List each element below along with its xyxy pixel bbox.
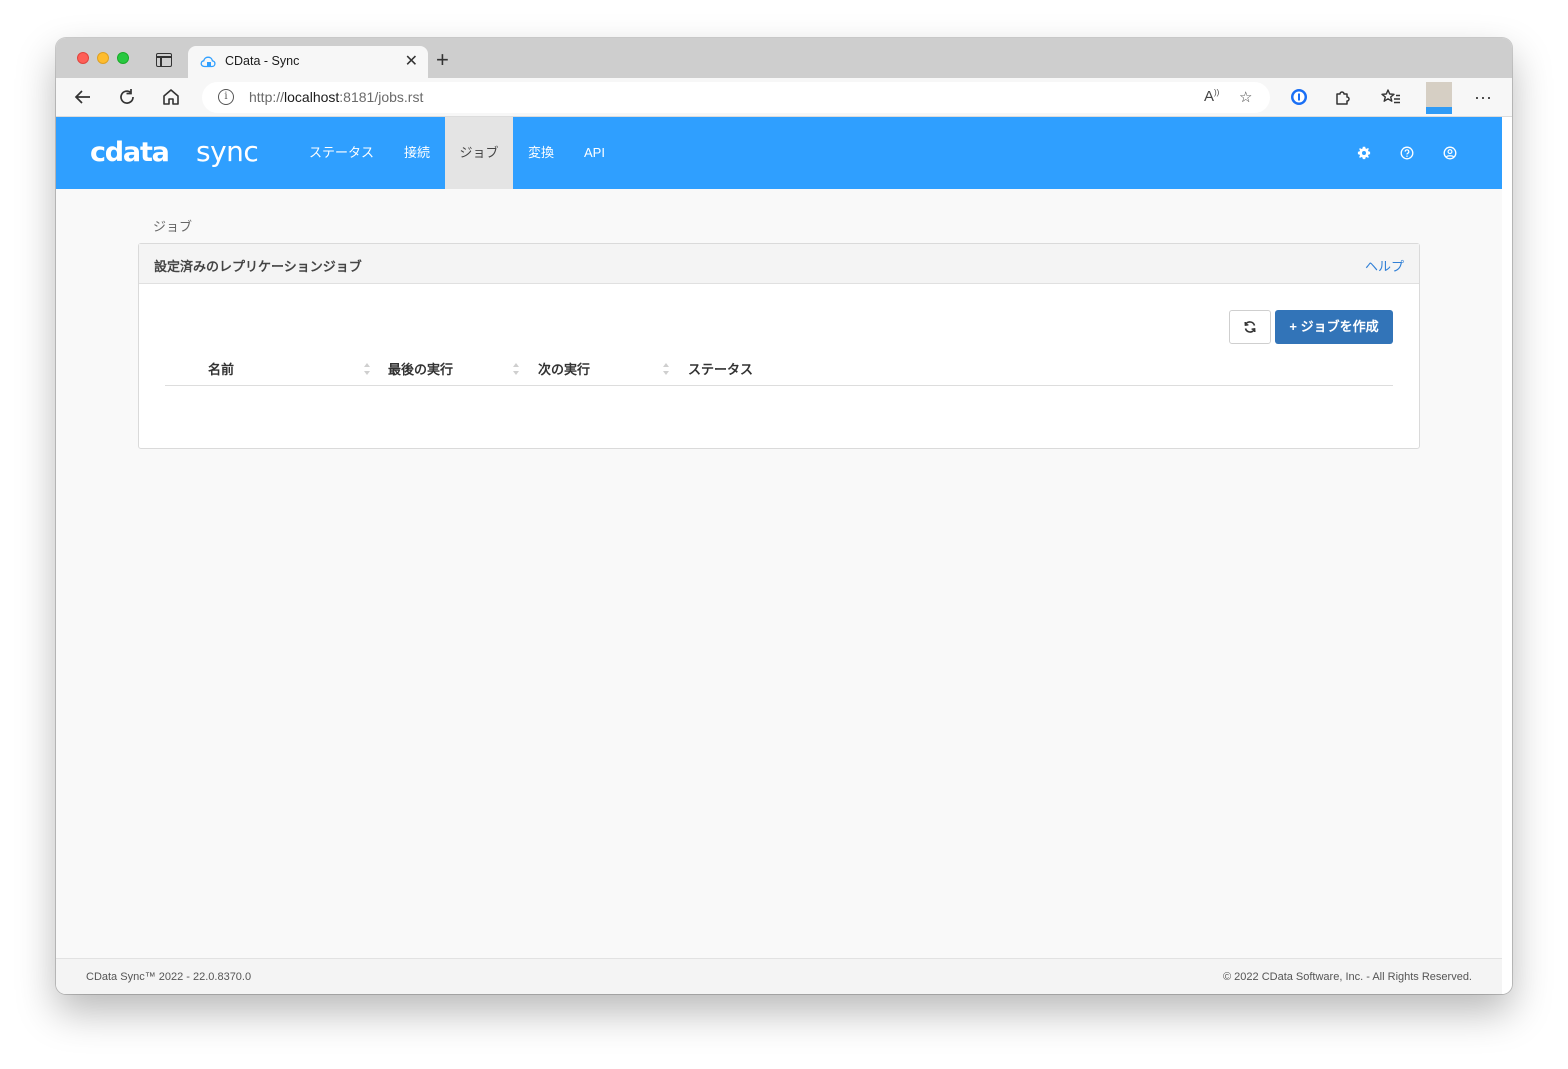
zoom-window-button[interactable] xyxy=(117,52,129,64)
help-link[interactable]: ヘルプ xyxy=(1365,256,1404,275)
sort-icon[interactable] xyxy=(512,361,520,377)
browser-tab[interactable]: CData - Sync ✕ xyxy=(188,46,428,78)
browser-toolbar: i http://localhost:8181/jobs.rst A)) ☆ ·… xyxy=(56,78,1512,117)
refresh-icon xyxy=(1244,321,1256,333)
nav-api[interactable]: API xyxy=(570,117,619,189)
sort-icon[interactable] xyxy=(363,361,371,377)
user-account-icon[interactable] xyxy=(1443,146,1457,160)
tab-close-icon[interactable]: ✕ xyxy=(405,51,418,71)
add-favorite-icon[interactable]: ☆ xyxy=(1239,88,1252,106)
nav-transformations[interactable]: 変換 xyxy=(514,117,568,189)
panel-header: 設定済みのレプリケーションジョブ ヘルプ xyxy=(139,244,1419,284)
column-header-status[interactable]: ステータス xyxy=(688,359,753,378)
home-icon[interactable] xyxy=(160,86,182,108)
column-header-next-run[interactable]: 次の実行 xyxy=(538,359,590,378)
minimize-window-button[interactable] xyxy=(97,52,109,64)
panel-title: 設定済みのレプリケーションジョブ xyxy=(154,259,362,274)
nav-jobs[interactable]: ジョブ xyxy=(445,117,513,189)
nav-connections[interactable]: 接続 xyxy=(390,117,444,189)
read-aloud-icon[interactable]: A)) xyxy=(1204,88,1219,105)
nav-status[interactable]: ステータス xyxy=(295,117,388,189)
tab-actions-icon[interactable] xyxy=(156,53,172,67)
favorites-icon[interactable] xyxy=(1380,86,1402,108)
new-tab-button[interactable]: + xyxy=(436,47,449,73)
extensions-icon[interactable] xyxy=(1332,86,1354,108)
breadcrumb: ジョブ xyxy=(153,219,193,234)
info-icon[interactable]: i xyxy=(218,89,234,105)
table-divider xyxy=(165,385,1393,386)
copyright-text: © 2022 CData Software, Inc. - All Rights… xyxy=(1223,971,1472,983)
address-bar[interactable]: i http://localhost:8181/jobs.rst A)) ☆ xyxy=(202,82,1270,113)
app-viewport: cdata sync ステータス 接続 ジョブ 変換 API ジョブ 設定済みの… xyxy=(56,117,1502,994)
sort-icon[interactable] xyxy=(662,361,670,377)
version-text: CData Sync™ 2022 - 22.0.8370.0 xyxy=(86,971,252,983)
browser-window: CData - Sync ✕ + i http://localhost:8181… xyxy=(56,38,1512,994)
column-header-name[interactable]: 名前 xyxy=(208,359,234,378)
tab-strip: CData - Sync ✕ + xyxy=(56,38,1512,78)
gear-icon[interactable] xyxy=(1357,146,1371,160)
reload-icon[interactable] xyxy=(116,86,138,108)
scrollbar-track[interactable] xyxy=(1502,117,1512,994)
more-options-icon[interactable]: ··· xyxy=(1472,86,1494,108)
tab-title: CData - Sync xyxy=(225,54,300,68)
top-navbar: cdata sync ステータス 接続 ジョブ 変換 API xyxy=(56,117,1502,189)
password-manager-icon[interactable] xyxy=(1288,86,1310,108)
refresh-button[interactable] xyxy=(1229,310,1271,344)
back-icon[interactable] xyxy=(72,86,94,108)
footer: CData Sync™ 2022 - 22.0.8370.0 © 2022 CD… xyxy=(56,958,1502,994)
url-text: http://localhost:8181/jobs.rst xyxy=(249,89,424,105)
profile-avatar[interactable] xyxy=(1426,82,1452,114)
cloud-sync-icon xyxy=(200,56,216,68)
close-window-button[interactable] xyxy=(77,52,89,64)
column-header-last-run[interactable]: 最後の実行 xyxy=(388,359,453,378)
create-job-button[interactable]: + ジョブを作成 xyxy=(1275,310,1393,344)
help-icon[interactable] xyxy=(1400,146,1414,160)
jobs-panel: 設定済みのレプリケーションジョブ ヘルプ + ジョブを作成 名前 最後の実行 次… xyxy=(138,243,1420,449)
